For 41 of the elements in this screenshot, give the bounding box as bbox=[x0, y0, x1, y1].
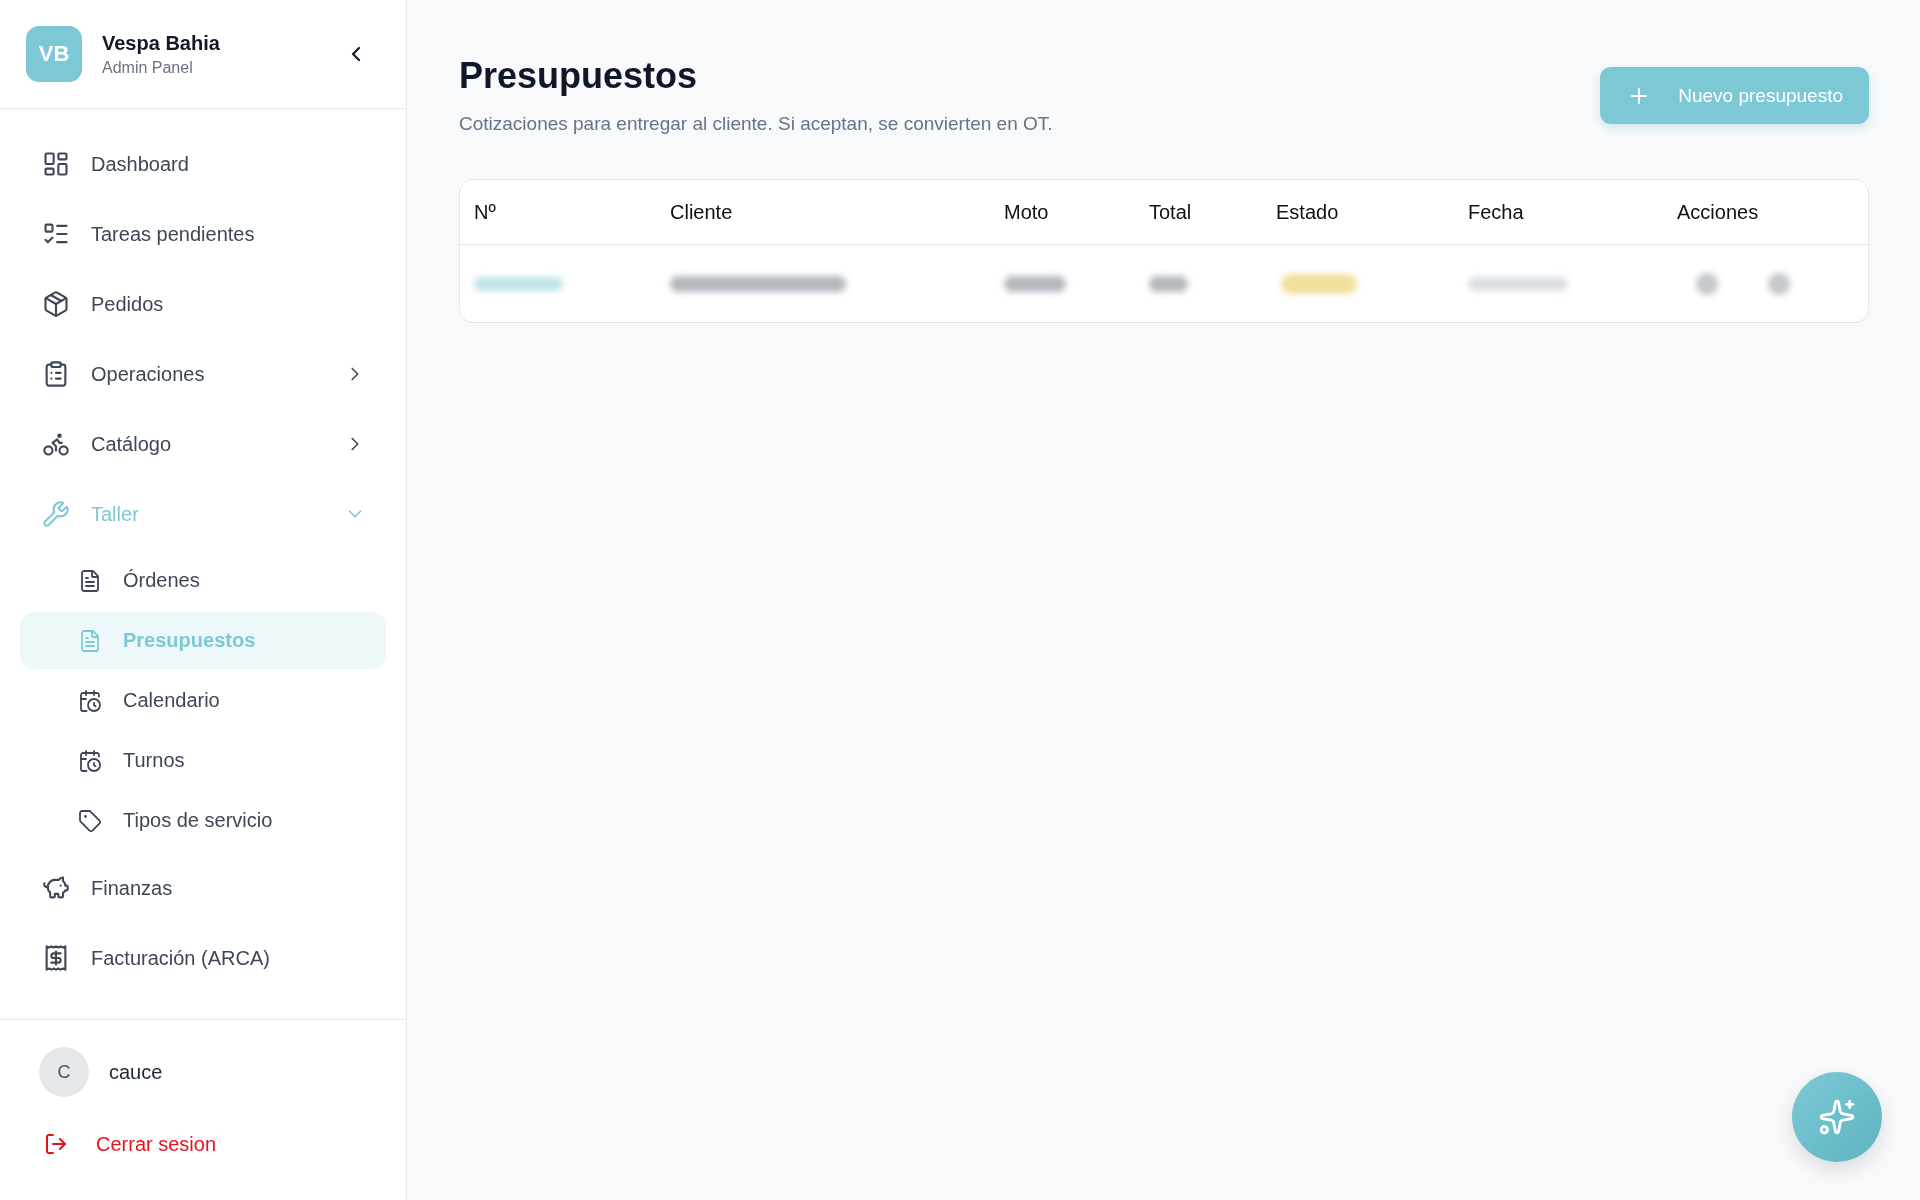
calendar-clock-icon bbox=[78, 748, 102, 773]
column-header: Total bbox=[1149, 200, 1192, 224]
brand-logo: VB bbox=[26, 26, 82, 82]
column-header: Estado bbox=[1276, 200, 1339, 224]
tag-icon bbox=[78, 808, 102, 833]
column-header: Moto bbox=[1004, 200, 1049, 224]
calendar-clock-icon bbox=[78, 688, 102, 713]
sidebar-subitem[interactable]: Tipos de servicio bbox=[20, 792, 386, 849]
sidebar-item[interactable]: Finanzas bbox=[20, 853, 386, 923]
document-icon bbox=[78, 568, 102, 593]
document-icon bbox=[78, 628, 102, 653]
sidebar-subitem[interactable]: Órdenes bbox=[20, 552, 386, 609]
blurred-text bbox=[1004, 275, 1066, 292]
wrench-icon bbox=[42, 500, 70, 528]
blurred-icon[interactable] bbox=[1768, 272, 1790, 295]
sidebar-item[interactable]: Tareas pendientes bbox=[20, 199, 386, 269]
box-icon bbox=[42, 290, 70, 318]
sidebar-subitem[interactable]: Calendario bbox=[20, 672, 386, 729]
blurred-link-text[interactable] bbox=[474, 276, 563, 291]
sidebar-item[interactable]: Pedidos bbox=[20, 269, 386, 339]
page-subtitle: Cotizaciones para entregar al cliente. Si aceptan, se convierten en OT. bbox=[459, 112, 1053, 136]
logout-icon bbox=[44, 1132, 68, 1156]
brand-name: Vespa Bahia bbox=[102, 30, 220, 55]
column-header: Fecha bbox=[1468, 200, 1524, 224]
brand-subtitle: Admin Panel bbox=[102, 57, 194, 78]
dashboard-grid-icon bbox=[42, 150, 70, 178]
sparkles-icon bbox=[1818, 1098, 1856, 1136]
user-name: cauce bbox=[109, 1060, 163, 1084]
sidebar-subitem[interactable]: Turnos bbox=[20, 732, 386, 789]
blurred-icon[interactable] bbox=[1696, 272, 1718, 295]
sidebar-item[interactable]: Facturación (ARCA) bbox=[20, 923, 386, 993]
user-avatar: C bbox=[39, 1047, 89, 1097]
blurred-text bbox=[1149, 275, 1188, 292]
page-title: Presupuestos bbox=[459, 54, 699, 98]
sidebar-item[interactable]: Operaciones bbox=[20, 339, 386, 409]
column-header: Acciones bbox=[1677, 200, 1759, 224]
column-header: Nº bbox=[474, 200, 496, 224]
column-header: Cliente bbox=[670, 200, 733, 224]
logout-button[interactable]: Cerrar sesion bbox=[39, 1121, 217, 1167]
sidebar-item[interactable]: Dashboard bbox=[20, 129, 386, 199]
sidebar-item[interactable]: Catálogo bbox=[20, 409, 386, 479]
